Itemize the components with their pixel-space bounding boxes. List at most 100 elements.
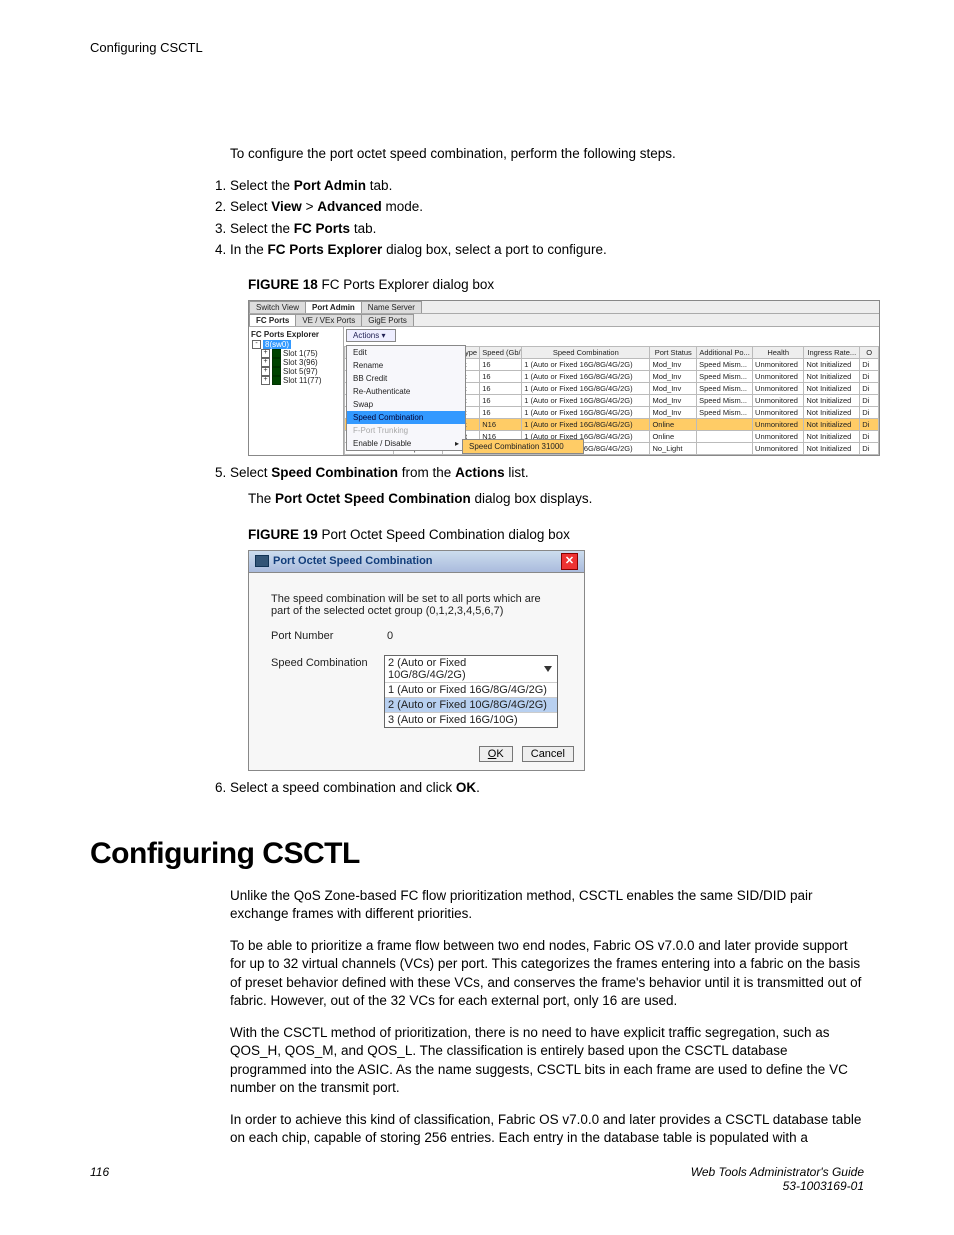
table-cell: 1 (Auto or Fixed 16G/8G/4G/2G) [522, 407, 650, 419]
table-cell: Speed Mism... [697, 371, 753, 383]
table-cell: 16 [480, 407, 522, 419]
page-footer: 116 Web Tools Administrator's Guide 53-1… [90, 1165, 864, 1193]
tab-name-server[interactable]: Name Server [361, 301, 422, 313]
slot-icon [272, 367, 281, 376]
para-1: Unlike the QoS Zone-based FC flow priori… [230, 887, 864, 923]
tree-collapse-icon[interactable]: + [261, 349, 270, 358]
table-cell: Speed Mism... [697, 359, 753, 371]
table-header[interactable]: Health [753, 347, 804, 359]
table-header[interactable]: O [860, 347, 879, 359]
table-cell: Not Initialized [804, 431, 860, 443]
menu-speed-combination[interactable]: Speed Combination [347, 411, 465, 424]
table-cell: Di [860, 383, 879, 395]
ok-button[interactable]: OK [479, 746, 513, 762]
table-cell: 16 [480, 359, 522, 371]
step-4: In the FC Ports Explorer dialog box, sel… [230, 241, 864, 259]
tab-switch-view[interactable]: Switch View [249, 301, 306, 313]
table-cell: N16 [480, 419, 522, 431]
table-cell [697, 419, 753, 431]
table-header[interactable]: Port Status [650, 347, 697, 359]
step-5-sub: The Port Octet Speed Combination dialog … [248, 490, 864, 508]
explorer-label: FC Ports Explorer [251, 329, 341, 340]
tree-collapse-icon[interactable]: + [261, 358, 270, 367]
table-cell: Unmonitored [753, 359, 804, 371]
table-cell: 1 (Auto or Fixed 16G/8G/4G/2G) [522, 359, 650, 371]
table-header[interactable]: Ingress Rate... [804, 347, 860, 359]
table-cell: Not Initialized [804, 383, 860, 395]
slot-icon [272, 358, 281, 367]
menu-fport-trunking: F-Port Trunking [347, 424, 465, 437]
tree-item[interactable]: Slot 11(77) [283, 376, 322, 385]
table-cell: Di [860, 395, 879, 407]
tree-item[interactable]: Slot 3(96) [283, 358, 318, 367]
chevron-down-icon [544, 666, 552, 672]
menu-swap[interactable]: Swap [347, 398, 465, 411]
page-number: 116 [90, 1165, 109, 1193]
dialog-desc: The speed combination will be set to all… [271, 593, 561, 617]
table-header[interactable]: Additional Po... [697, 347, 753, 359]
table-cell: Di [860, 359, 879, 371]
doc-number: 53-1003169-01 [783, 1179, 864, 1193]
tab-ve-ports[interactable]: VE / VEx Ports [295, 314, 362, 326]
table-cell: Not Initialized [804, 443, 860, 455]
step-6: Select a speed combination and click OK. [230, 779, 864, 797]
figure-18-caption: FIGURE 18 FC Ports Explorer dialog box [248, 277, 864, 292]
table-cell: Not Initialized [804, 371, 860, 383]
table-cell: Speed Mism... [697, 407, 753, 419]
table-header[interactable]: Speed (Gb/s) [480, 347, 522, 359]
steps-list: Select the Port Admin tab. Select View >… [230, 177, 864, 259]
table-cell: Unmonitored [753, 407, 804, 419]
table-cell: Di [860, 419, 879, 431]
menu-reauth[interactable]: Re-Authenticate [347, 385, 465, 398]
table-cell: Unmonitored [753, 419, 804, 431]
tab-port-admin[interactable]: Port Admin [305, 301, 362, 313]
tree-item[interactable]: Slot 5(97) [283, 367, 318, 376]
close-icon[interactable]: ✕ [561, 553, 578, 570]
tree-collapse-icon[interactable]: + [261, 376, 270, 385]
step-5: Select Speed Combination from the Action… [230, 464, 864, 508]
step-3: Select the FC Ports tab. [230, 220, 864, 238]
tree-root[interactable]: 8(sw0) [263, 340, 291, 349]
table-cell: Unmonitored [753, 395, 804, 407]
table-cell: 16 [480, 371, 522, 383]
steps-list-cont2: Select a speed combination and click OK. [230, 779, 864, 797]
section-title: Configuring CSCTL [90, 837, 864, 871]
speed-combo-dropdown[interactable]: 2 (Auto or Fixed 10G/8G/4G/2G) 1 (Auto o… [384, 655, 558, 728]
dialog-title: Port Octet Speed Combination [273, 555, 433, 567]
table-cell [697, 443, 753, 455]
combo-option[interactable]: 1 (Auto or Fixed 16G/8G/4G/2G) [385, 682, 557, 697]
tab-fc-ports[interactable]: FC Ports [249, 314, 296, 326]
actions-submenu: Speed Combination 31000 [462, 439, 584, 454]
page-header: Configuring CSCTL [90, 40, 864, 55]
menu-rename[interactable]: Rename [347, 359, 465, 372]
combo-option[interactable]: 2 (Auto or Fixed 10G/8G/4G/2G) [385, 697, 557, 712]
chevron-down-icon: ▾ [381, 331, 385, 340]
table-cell: Mod_Inv [650, 371, 697, 383]
combo-option[interactable]: 3 (Auto or Fixed 16G/10G) [385, 712, 557, 727]
slot-icon [272, 349, 281, 358]
table-cell: Mod_Inv [650, 395, 697, 407]
cancel-button[interactable]: Cancel [522, 746, 574, 762]
speed-combo-label: Speed Combination [271, 655, 376, 669]
table-cell: Mod_Inv [650, 407, 697, 419]
tree-collapse-icon[interactable]: - [252, 340, 261, 349]
table-cell: Not Initialized [804, 419, 860, 431]
table-cell: 1 (Auto or Fixed 16G/8G/4G/2G) [522, 395, 650, 407]
actions-menu: Edit Rename BB Credit Re-Authenticate Sw… [346, 345, 466, 451]
menu-enable-disable[interactable]: Enable / Disable ▸ [347, 437, 465, 450]
tab-gige-ports[interactable]: GigE Ports [361, 314, 414, 326]
steps-list-cont: Select Speed Combination from the Action… [230, 464, 864, 508]
table-cell: Not Initialized [804, 359, 860, 371]
actions-button[interactable]: Actions ▾ [346, 329, 396, 342]
table-header[interactable]: Speed Combination [522, 347, 650, 359]
step-1: Select the Port Admin tab. [230, 177, 864, 195]
para-3: With the CSCTL method of prioritization,… [230, 1024, 864, 1097]
submenu-item[interactable]: Speed Combination 31000 [463, 440, 583, 453]
table-cell: Unmonitored [753, 371, 804, 383]
table-cell: Di [860, 371, 879, 383]
chevron-right-icon: ▸ [455, 439, 459, 448]
menu-bb-credit[interactable]: BB Credit [347, 372, 465, 385]
menu-edit[interactable]: Edit [347, 346, 465, 359]
tree-item[interactable]: Slot 1(75) [283, 349, 318, 358]
tree-collapse-icon[interactable]: + [261, 367, 270, 376]
